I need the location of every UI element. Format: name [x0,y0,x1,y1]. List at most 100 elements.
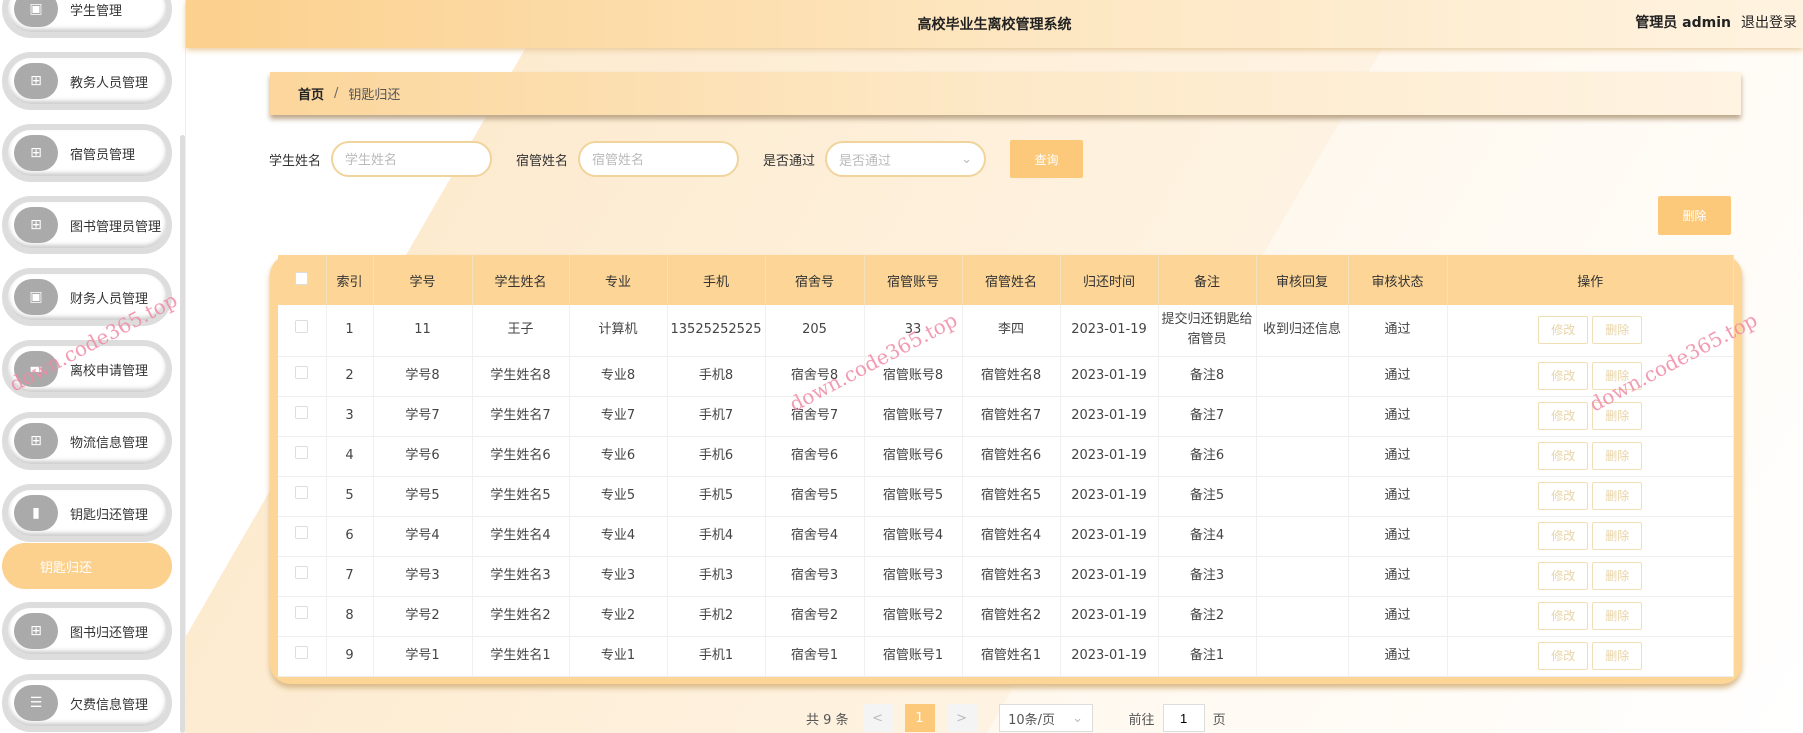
row-checkbox[interactable] [278,556,327,597]
row-checkbox[interactable] [278,436,327,477]
row-checkbox[interactable] [278,356,327,397]
row-checkbox[interactable] [278,636,327,677]
delete-button[interactable]: 删除 [1592,442,1643,470]
row-checkbox[interactable] [278,516,327,557]
table-cell: 7 [326,556,374,597]
table-cell: 计算机 [569,305,668,357]
table-cell: 6 [326,516,374,557]
batch-delete-button[interactable]: 删除 [1658,196,1731,235]
search-bar: 学生姓名 宿管姓名 是否通过 是否通过 ⌄ 查询 [269,140,1084,178]
sidebar-item[interactable]: ⊞ 物流信息管理 [2,412,172,470]
table-cell: 专业5 [569,476,668,517]
edit-button[interactable]: 修改 [1538,442,1589,470]
prev-page-button[interactable]: < [862,704,893,732]
chevron-down-icon: ⌄ [961,151,973,167]
delete-button[interactable]: 删除 [1592,522,1643,550]
goto-page-input[interactable] [1162,704,1205,732]
page-unit-label: 页 [1212,712,1226,728]
table-cell: 备注3 [1158,556,1257,597]
row-actions: 修改 删除 [1447,476,1734,517]
grid-icon: ⊞ [14,423,58,459]
sidebar-item[interactable]: ▬ 离校申请管理 [2,340,172,398]
edit-button[interactable]: 修改 [1538,602,1589,630]
edit-button[interactable]: 修改 [1538,562,1589,590]
table-cell: 宿舍号3 [765,556,865,597]
pass-label: 是否通过 [763,153,816,169]
column-header: 宿舍号 [765,255,865,305]
table-cell: 宿管账号1 [864,636,963,677]
row-checkbox[interactable] [278,596,327,637]
delete-button[interactable]: 删除 [1592,362,1643,390]
sidebar-item[interactable]: ▮ 钥匙归还管理 [2,484,172,542]
sidebar-item[interactable]: ⊞ 图书归还管理 [2,602,172,660]
table-cell: 2023-01-19 [1060,356,1159,397]
app-title: 高校毕业生离校管理系统 [917,17,1072,33]
table-cell: 专业4 [569,516,668,557]
edit-button[interactable]: 修改 [1538,482,1589,510]
table-cell: 宿舍号2 [765,596,865,637]
table-row: 8 学号2 学生姓名2 专业2 手机2 宿舍号2 宿管账号2 宿管姓名2 2023-01-19 备… [278,596,1734,637]
sidebar-scrollbar[interactable] [180,135,185,733]
table-cell: 宿舍号6 [765,436,865,477]
table-cell: 学号1 [373,636,473,677]
next-page-button[interactable]: > [946,704,977,732]
edit-button[interactable]: 修改 [1538,402,1589,430]
sidebar-item[interactable]: ☰ 欠费信息管理 [2,674,172,732]
edit-button[interactable]: 修改 [1538,522,1589,550]
table-cell: 备注8 [1158,356,1257,397]
edit-button[interactable]: 修改 [1538,642,1589,670]
sidebar-item[interactable]: ⊞ 教务人员管理 [2,52,172,110]
sidebar-item-label: 图书归还管理 [70,625,149,641]
delete-button[interactable]: 删除 [1592,642,1643,670]
page-size-select[interactable]: 10条/页 ⌄ [998,704,1093,732]
main-area: 高校毕业生离校管理系统 管理员 admin 退出登录 首页 / 钥匙归还 学生姓名… [186,0,1803,733]
query-button[interactable]: 查询 [1010,140,1084,178]
student-name-input[interactable] [331,141,493,177]
table-cell: 11 [373,305,473,357]
table-cell: 宿管账号7 [864,396,963,437]
table-cell: 备注5 [1158,476,1257,517]
table-cell: 手机6 [667,436,766,477]
table-cell: 宿管姓名8 [962,356,1061,397]
sidebar-subitem-key-return[interactable]: 钥匙归还 [2,543,172,589]
manager-name-input[interactable] [578,141,740,177]
edit-button[interactable]: 修改 [1538,362,1589,390]
table-cell: 学生姓名7 [472,396,570,437]
current-user: 管理员 admin [1635,15,1731,31]
logout-link[interactable]: 退出登录 [1741,15,1797,31]
breadcrumb-home[interactable]: 首页 [298,84,324,103]
table-cell: 王子 [472,305,570,357]
table-cell: 学号4 [373,516,473,557]
row-checkbox[interactable] [278,396,327,437]
table-cell: 备注1 [1158,636,1257,677]
table-cell: 手机4 [667,516,766,557]
table-cell: 宿管姓名7 [962,396,1061,437]
table-cell: 专业7 [569,396,668,437]
table-cell: 李四 [962,305,1061,357]
delete-button[interactable]: 删除 [1592,402,1643,430]
row-checkbox[interactable] [278,305,327,357]
table-cell: 手机5 [667,476,766,517]
table-cell: 学号7 [373,396,473,437]
table-cell: 宿管姓名3 [962,556,1061,597]
sidebar-item[interactable]: ⊞ 图书管理员管理 [2,196,172,254]
select-all-checkbox[interactable] [278,255,327,305]
page-1-button[interactable]: 1 [904,704,935,732]
sidebar-item[interactable]: ▣ 财务人员管理 [2,268,172,326]
table-row: 3 学号7 学生姓名7 专业7 手机7 宿舍号7 宿管账号7 宿管姓名7 2023-01-19 备… [278,396,1734,437]
sidebar-item[interactable]: ⊞ 宿管员管理 [2,124,172,182]
table-cell [1256,356,1349,397]
row-actions: 修改 删除 [1447,356,1734,397]
goto-label: 前往 [1128,712,1155,728]
sidebar-item[interactable]: ▣ 学生管理 [2,0,172,38]
delete-button[interactable]: 删除 [1592,562,1643,590]
delete-button[interactable]: 删除 [1592,602,1643,630]
row-checkbox[interactable] [278,476,327,517]
table-cell: 205 [765,305,865,357]
delete-button[interactable]: 删除 [1592,316,1643,345]
pass-select[interactable]: 是否通过 ⌄ [825,141,987,177]
table-cell: 通过 [1348,436,1448,477]
edit-button[interactable]: 修改 [1538,316,1589,345]
clipboard-icon: ▣ [14,279,58,315]
delete-button[interactable]: 删除 [1592,482,1643,510]
